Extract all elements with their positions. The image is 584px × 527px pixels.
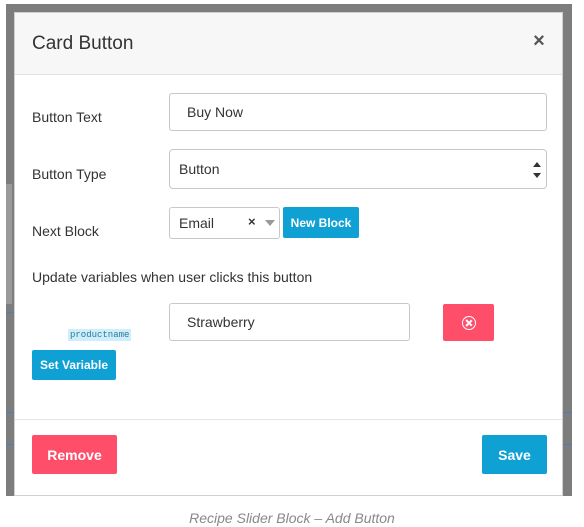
next-block-value: Email <box>179 215 215 231</box>
dialog-header: Card Button × <box>15 13 562 75</box>
dialog-title: Card Button <box>32 33 134 54</box>
remove-button[interactable]: Remove <box>32 435 117 474</box>
next-block-select[interactable]: Email × <box>169 207 280 239</box>
button-type-select[interactable]: Button <box>169 149 547 189</box>
button-text-label: Button Text <box>32 109 102 125</box>
clear-icon[interactable]: × <box>248 214 256 229</box>
next-block-label: Next Block <box>32 223 99 239</box>
remove-circle-icon <box>461 315 476 330</box>
background-panel <box>6 184 12 304</box>
button-type-label: Button Type <box>32 166 107 182</box>
chevron-down-icon[interactable] <box>265 220 275 226</box>
figure-caption: Recipe Slider Block – Add Button <box>189 510 395 526</box>
variable-value-input[interactable]: Strawberry <box>169 303 410 341</box>
update-variables-heading: Update variables when user clicks this b… <box>32 269 313 285</box>
background-divider <box>6 312 14 313</box>
variable-name-tag: productname <box>68 329 132 341</box>
select-arrows-icon <box>533 162 541 178</box>
button-type-value: Button <box>179 161 220 177</box>
save-button[interactable]: Save <box>482 435 547 474</box>
set-variable-button[interactable]: Set Variable <box>32 350 116 380</box>
button-text-input[interactable]: Buy Now <box>169 93 547 131</box>
remove-variable-button[interactable] <box>443 304 494 341</box>
footer-divider <box>15 419 562 420</box>
card-button-dialog: Card Button × Button Text Buy Now Button… <box>14 12 563 496</box>
app-background: Card Button × Button Text Buy Now Button… <box>6 4 572 496</box>
new-block-button[interactable]: New Block <box>283 207 359 238</box>
close-icon[interactable]: × <box>530 31 548 51</box>
